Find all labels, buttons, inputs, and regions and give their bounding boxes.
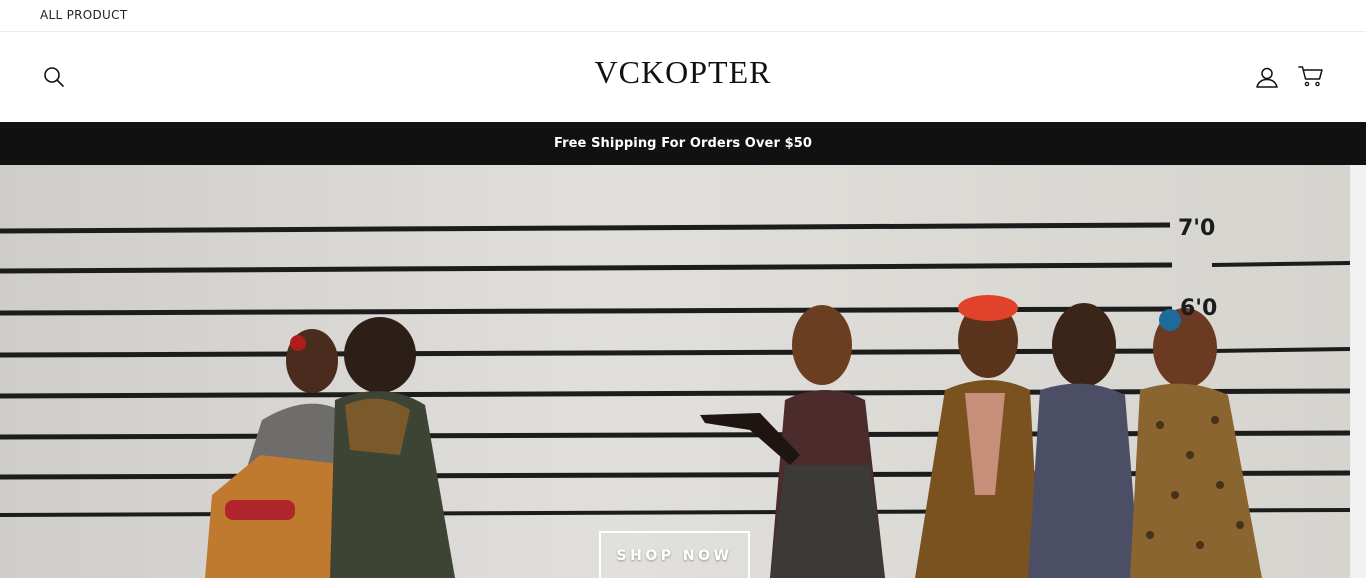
account-button[interactable] [1252,62,1282,92]
shop-now-label: SHOP NOW [616,547,733,564]
shop-now-button[interactable]: SHOP NOW [599,531,750,578]
user-icon [1256,67,1278,88]
announcement-text: Free Shipping For Orders Over $50 [553,136,813,151]
scrollbar[interactable] [1350,165,1366,578]
top-utility-bar: ALL PRODUCT [0,0,1366,32]
announcement-bar: Free Shipping For Orders Over $50 [0,122,1366,165]
hero-banner: 7'0 6'0 [0,165,1350,578]
site-logo[interactable]: VCKOPTER [0,54,1366,91]
cart-icon [1298,66,1323,87]
height-mark-6: 6'0 [1180,296,1217,321]
height-mark-7: 7'0 [1178,216,1215,241]
all-product-link[interactable]: ALL PRODUCT [40,8,127,22]
cart-button[interactable] [1295,61,1327,91]
hero-image: 7'0 6'0 [0,165,1350,578]
site-header: VCKOPTER [0,32,1366,122]
